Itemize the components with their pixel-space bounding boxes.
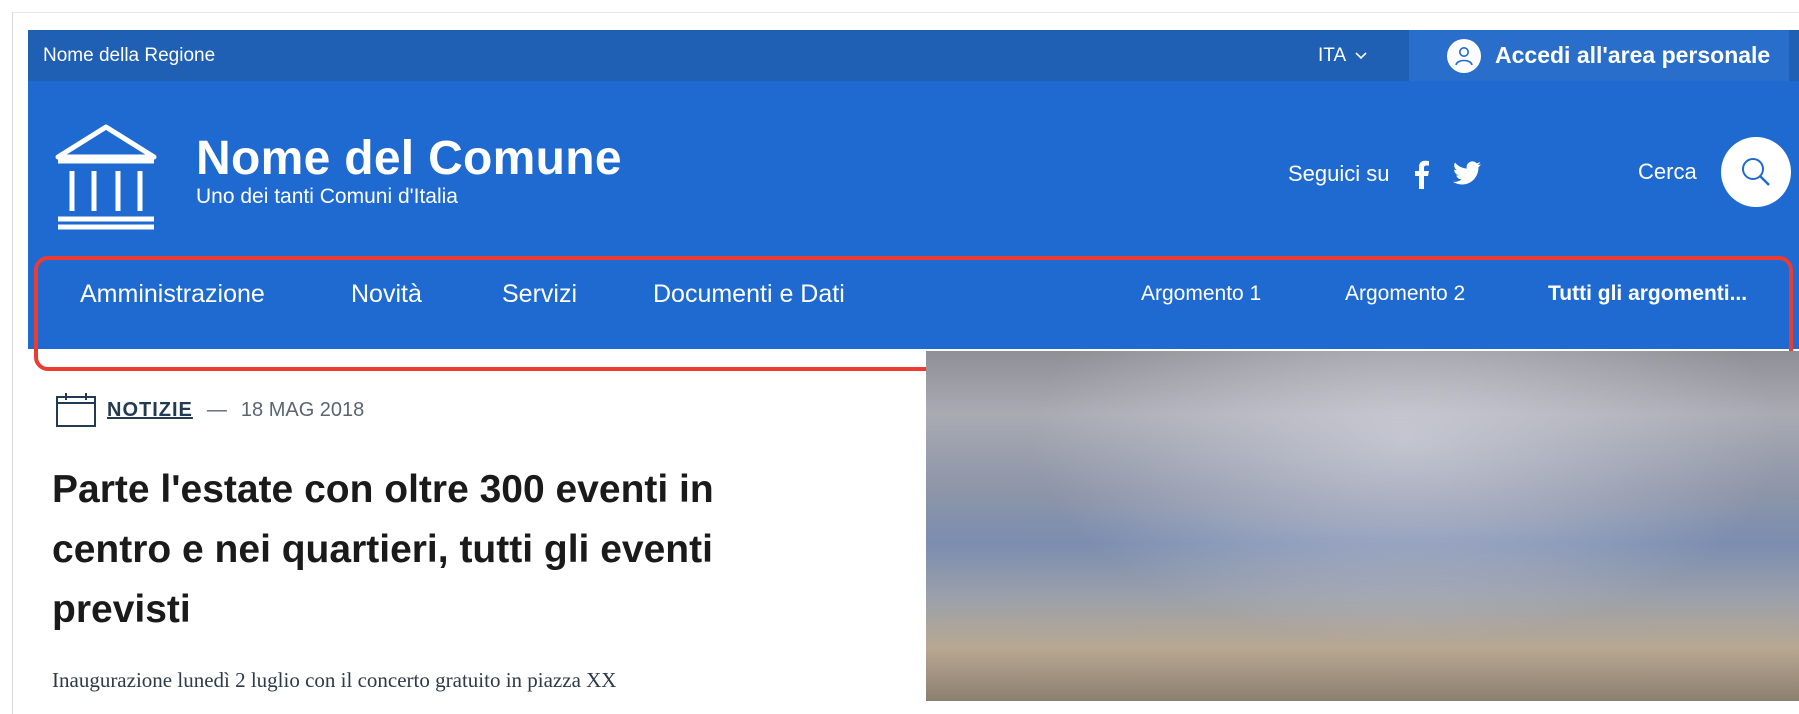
calendar-icon <box>56 393 96 427</box>
nav-all-topics[interactable]: Tutti gli argomenti... <box>1548 251 1747 337</box>
nav-topic-argomento-1[interactable]: Argomento 1 <box>1141 251 1261 337</box>
nav-item-novita[interactable]: Novità <box>351 251 422 337</box>
meta-separator: — <box>206 398 227 421</box>
article-lead: Inaugurazione lunedì 2 luglio con il con… <box>52 668 617 692</box>
site-header: Nome del Comune Uno dei tanti Comuni d'I… <box>28 81 1799 251</box>
main-nav: Amministrazione Novità Servizi Documenti… <box>28 251 1799 349</box>
nav-item-amministrazione[interactable]: Amministrazione <box>80 251 265 337</box>
article-category-link[interactable]: NOTIZIE <box>107 399 193 422</box>
search-area: Cerca <box>1638 137 1791 207</box>
article-meta: NOTIZIE — 18 MAG 2018 <box>55 392 364 428</box>
region-link[interactable]: Nome della Regione <box>43 30 215 81</box>
site-subtitle: Uno dei tanti Comuni d'Italia <box>196 185 458 208</box>
language-label: ITA <box>1318 45 1347 66</box>
language-selector[interactable]: ITA <box>1318 30 1368 81</box>
user-icon <box>1447 38 1481 73</box>
search-icon <box>1741 158 1770 186</box>
chevron-down-icon <box>1355 51 1367 59</box>
login-label: Accedi all'area personale <box>1495 42 1771 68</box>
article-title[interactable]: Parte l'estate con oltre 300 eventi in c… <box>52 460 752 640</box>
login-button[interactable]: Accedi all'area personale <box>1409 30 1789 81</box>
nav-item-documenti-e-dati[interactable]: Documenti e Dati <box>653 251 845 337</box>
nav-item-servizi[interactable]: Servizi <box>502 251 577 337</box>
article-hero-image[interactable] <box>926 351 1799 701</box>
twitter-icon[interactable] <box>1452 161 1482 187</box>
site-name: Nome del Comune <box>196 132 622 185</box>
article-date: 18 MAG 2018 <box>240 398 365 421</box>
facebook-icon[interactable] <box>1412 159 1430 189</box>
search-label: Cerca <box>1638 159 1697 184</box>
search-button[interactable] <box>1720 137 1791 207</box>
social-links: Seguici su <box>1288 159 1482 189</box>
top-bar: Nome della Regione ITA Accedi all'area p… <box>28 30 1799 81</box>
brand[interactable]: Nome del Comune Uno dei tanti Comuni d'I… <box>196 133 622 209</box>
nav-topic-argomento-2[interactable]: Argomento 2 <box>1345 251 1465 337</box>
municipality-icon[interactable] <box>54 123 158 236</box>
follow-label: Seguici su <box>1288 161 1390 186</box>
